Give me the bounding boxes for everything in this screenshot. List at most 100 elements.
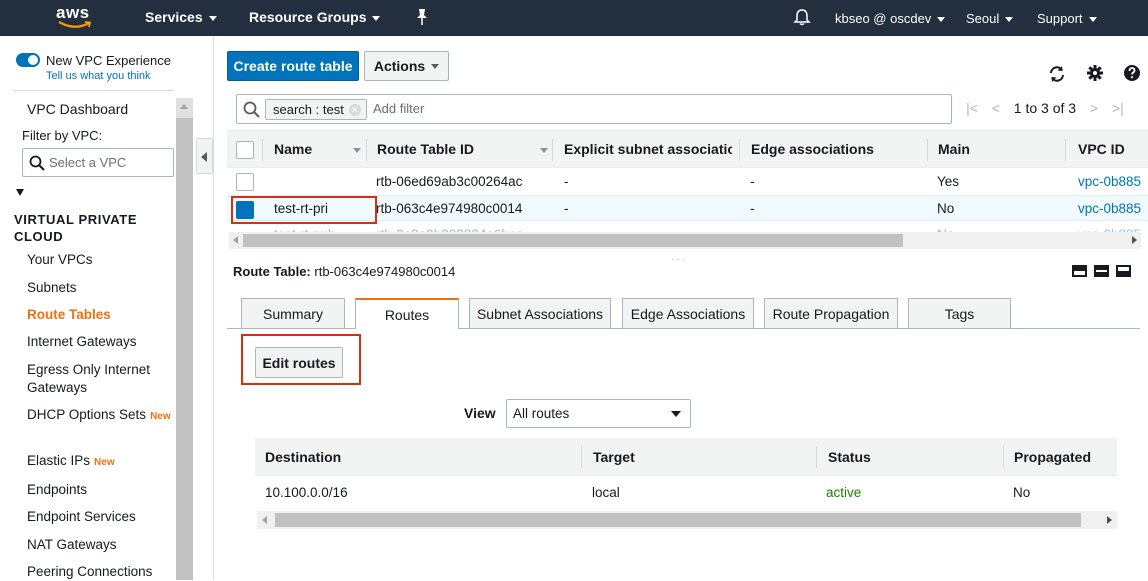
collapse-sidebar-button[interactable] <box>196 138 213 174</box>
table-row: 10.100.0.0/16 local active No <box>255 477 1117 509</box>
column-header-main[interactable]: Main <box>938 141 970 157</box>
chevron-down-icon <box>937 17 946 23</box>
gear-icon[interactable] <box>1085 63 1105 83</box>
aws-logo[interactable]: aws <box>56 3 96 31</box>
feedback-link[interactable]: Tell us what you think <box>46 70 151 82</box>
sidebar-item-nat-gateways[interactable]: NAT Gateways <box>27 536 172 554</box>
create-route-table-button[interactable]: Create route table <box>227 51 359 81</box>
column-header-explicit-subnet[interactable]: Explicit subnet association <box>564 141 732 157</box>
sidebar-item-vpc-dashboard[interactable]: VPC Dashboard <box>27 101 128 117</box>
column-separator <box>366 139 367 161</box>
scroll-right-icon[interactable] <box>1132 236 1137 244</box>
row-explicit-association: - <box>564 201 569 216</box>
sidebar-item-your-vpcs[interactable]: Your VPCs <box>27 251 172 269</box>
selection-highlight-box <box>231 196 377 224</box>
tab-routes[interactable]: Routes <box>355 298 459 329</box>
sidebar-item-label: DHCP Options Sets <box>27 407 147 422</box>
column-header-target[interactable]: Target <box>593 449 635 465</box>
services-menu[interactable]: Services <box>145 9 217 25</box>
sidebar-item-endpoints[interactable]: Endpoints <box>27 481 172 499</box>
search-icon <box>29 155 45 171</box>
row-vpc-link[interactable]: vpc-0b885 <box>1078 201 1141 216</box>
column-header-name[interactable]: Name <box>274 141 312 157</box>
detail-title: Route Table: rtb-063c4e974980c0014 <box>233 264 455 279</box>
support-menu[interactable]: Support <box>1037 11 1097 26</box>
scroll-left-icon[interactable] <box>233 236 238 244</box>
new-badge: New <box>150 411 171 422</box>
table-horizontal-scrollbar[interactable] <box>229 232 1141 249</box>
scrollbar-thumb[interactable] <box>243 234 903 247</box>
scrollbar-thumb[interactable] <box>275 513 1081 527</box>
tab-tags[interactable]: Tags <box>908 298 1011 328</box>
sidebar-scrollbar[interactable] <box>176 98 193 580</box>
column-header-route-table-id[interactable]: Route Table ID <box>377 141 474 157</box>
column-header-vpc-id[interactable]: VPC ID <box>1078 141 1125 157</box>
row-checkbox[interactable] <box>236 173 254 191</box>
row-vpc-link[interactable]: vpc-0b885 <box>1078 174 1141 189</box>
sidebar-item-dhcp-options-sets[interactable]: DHCP Options Sets New <box>27 406 172 426</box>
scroll-left-icon[interactable] <box>262 516 267 524</box>
resource-groups-menu[interactable]: Resource Groups <box>249 9 381 25</box>
sidebar-item-internet-gateways[interactable]: Internet Gateways <box>27 333 172 351</box>
sidebar-item-peering-connections[interactable]: Peering Connections <box>27 563 172 581</box>
new-vpc-experience-toggle[interactable] <box>16 53 40 67</box>
vpc-filter-select[interactable]: Select a VPC <box>22 148 174 177</box>
refresh-icon[interactable] <box>1047 64 1067 84</box>
new-vpc-experience-label: New VPC Experience <box>46 53 171 68</box>
sidebar-item-route-tables[interactable]: Route Tables <box>27 306 172 324</box>
route-table-search-input[interactable]: search : test ✕ Add filter <box>236 94 952 124</box>
column-header-destination[interactable]: Destination <box>265 449 341 465</box>
aws-smile-icon <box>58 21 92 28</box>
last-page-icon[interactable]: >| <box>1108 100 1128 116</box>
scroll-right-icon[interactable] <box>1107 516 1112 524</box>
tab-summary[interactable]: Summary <box>241 298 345 328</box>
routes-horizontal-scrollbar[interactable] <box>257 511 1117 529</box>
first-page-icon[interactable]: |< <box>962 100 982 116</box>
scroll-up-icon[interactable] <box>180 104 188 109</box>
search-icon <box>243 101 260 118</box>
layout-bottom-icon[interactable] <box>1072 265 1087 277</box>
sidebar-item-label: Egress Only Internet Gateways <box>27 362 151 395</box>
support-label: Support <box>1037 11 1083 26</box>
help-icon[interactable] <box>1122 63 1142 83</box>
select-all-checkbox[interactable] <box>236 141 254 159</box>
region-menu[interactable]: Seoul <box>966 11 1014 26</box>
actions-button[interactable]: Actions <box>364 51 449 81</box>
column-separator <box>581 446 582 468</box>
row-edge-association: - <box>750 174 755 189</box>
section-collapse-icon[interactable] <box>16 189 24 196</box>
column-header-status[interactable]: Status <box>828 449 871 465</box>
remove-token-icon[interactable]: ✕ <box>348 104 361 116</box>
view-routes-select[interactable]: All routes <box>506 399 691 428</box>
prev-page-icon[interactable]: < <box>986 100 1006 116</box>
tab-subnet-associations[interactable]: Subnet Associations <box>469 298 611 328</box>
chevron-down-icon <box>431 63 440 69</box>
bell-icon[interactable] <box>793 8 811 26</box>
next-page-icon[interactable]: > <box>1084 100 1104 116</box>
column-header-propagated[interactable]: Propagated <box>1014 449 1091 465</box>
search-filter-token[interactable]: search : test ✕ <box>265 99 367 120</box>
aws-logo-text: aws <box>56 3 90 22</box>
sidebar-item-egress-only-internet-gateways[interactable]: Egress Only Internet Gateways <box>27 361 172 397</box>
sidebar-item-subnets[interactable]: Subnets <box>27 279 172 297</box>
resize-handle-icon[interactable]: ··· <box>671 254 687 265</box>
layout-split-icon[interactable] <box>1094 265 1109 277</box>
sidebar: New VPC Experience Tell us what you thin… <box>0 36 193 580</box>
tab-route-propagation[interactable]: Route Propagation <box>764 298 898 328</box>
sidebar-item-label: Internet Gateways <box>27 334 137 349</box>
services-label: Services <box>145 9 203 25</box>
table-row[interactable]: test-rt-pub rtb-0a9a9b302834a6bee - - No… <box>227 222 1148 232</box>
sidebar-item-endpoint-services[interactable]: Endpoint Services <box>27 508 172 526</box>
layout-top-icon[interactable] <box>1116 265 1131 277</box>
pushpin-icon[interactable] <box>414 8 430 26</box>
tab-edge-associations[interactable]: Edge Associations <box>622 298 754 328</box>
column-separator <box>1065 139 1066 161</box>
sidebar-item-label: Endpoints <box>27 482 88 497</box>
column-separator <box>927 139 928 161</box>
account-menu[interactable]: kbseo @ oscdev <box>835 11 946 26</box>
sort-icon[interactable] <box>353 148 361 153</box>
sidebar-item-elastic-ips[interactable]: Elastic IPs New <box>27 452 172 472</box>
sort-icon[interactable] <box>540 148 548 153</box>
column-header-edge-associations[interactable]: Edge associations <box>751 141 874 157</box>
table-row[interactable]: rtb-06ed69ab3c00264ac - - Yes vpc-0b885 <box>227 169 1148 195</box>
